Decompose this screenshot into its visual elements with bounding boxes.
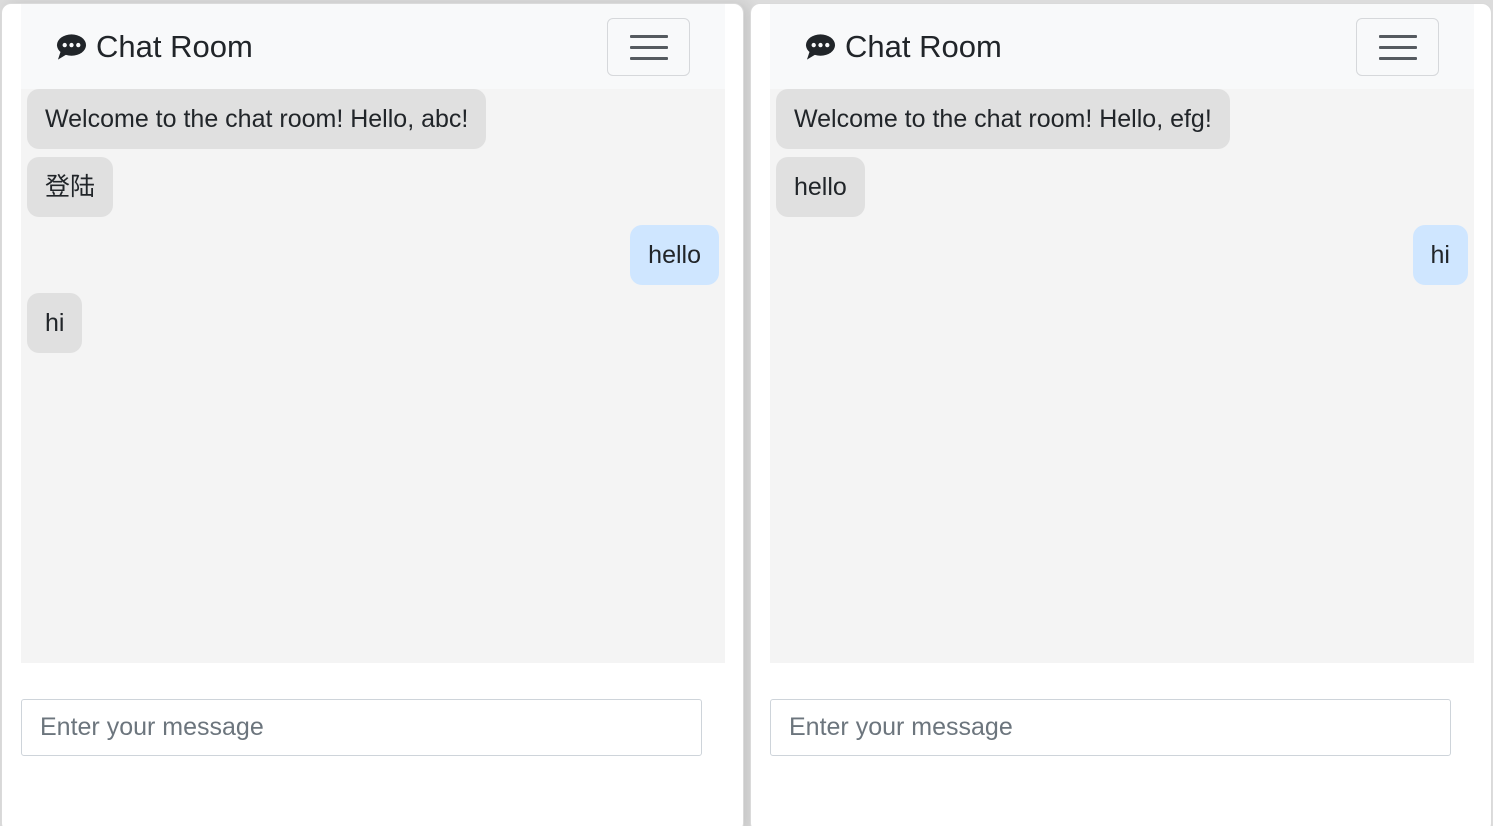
brand-title: Chat Room [845, 29, 1002, 64]
chat-bubble-icon [805, 34, 836, 60]
message-input[interactable] [770, 699, 1451, 756]
message-input[interactable] [21, 699, 702, 756]
navbar-brand[interactable]: Chat Room [805, 28, 1002, 66]
message-list: Welcome to the chat room! Hello, abc! 登陆… [21, 89, 725, 663]
message-row: hello [776, 157, 1468, 225]
chat-window-left: Chat Room Welcome to the chat room! Hell… [1, 3, 744, 826]
message-row: 登陆 [27, 157, 719, 225]
navbar-toggler-button[interactable] [1356, 18, 1439, 76]
navbar-toggler-button[interactable] [607, 18, 690, 76]
message-bubble-received: Welcome to the chat room! Hello, efg! [776, 89, 1230, 149]
message-bubble-received: hello [776, 157, 865, 217]
message-row: hi [27, 293, 719, 361]
message-row: Welcome to the chat room! Hello, efg! [776, 89, 1468, 157]
brand-title: Chat Room [96, 29, 253, 64]
message-row: hello [27, 225, 719, 293]
message-bubble-sent: hi [1412, 225, 1468, 285]
message-input-area [21, 699, 702, 756]
message-bubble-received: hi [27, 293, 83, 353]
chat-window-right: Chat Room Welcome to the chat room! Hell… [750, 3, 1492, 826]
navbar: Chat Room [770, 4, 1474, 89]
message-bubble-received: 登陆 [27, 157, 114, 217]
navbar: Chat Room [21, 4, 725, 89]
navbar-brand[interactable]: Chat Room [56, 28, 253, 66]
message-input-area [770, 699, 1451, 756]
message-bubble-received: Welcome to the chat room! Hello, abc! [27, 89, 487, 149]
message-list: Welcome to the chat room! Hello, efg! he… [770, 89, 1474, 663]
hamburger-menu-icon [1378, 34, 1417, 38]
message-bubble-sent: hello [630, 225, 719, 285]
chat-bubble-icon [56, 34, 87, 60]
message-row: Welcome to the chat room! Hello, abc! [27, 89, 719, 157]
message-row: hi [776, 225, 1468, 293]
hamburger-menu-icon [629, 34, 668, 38]
